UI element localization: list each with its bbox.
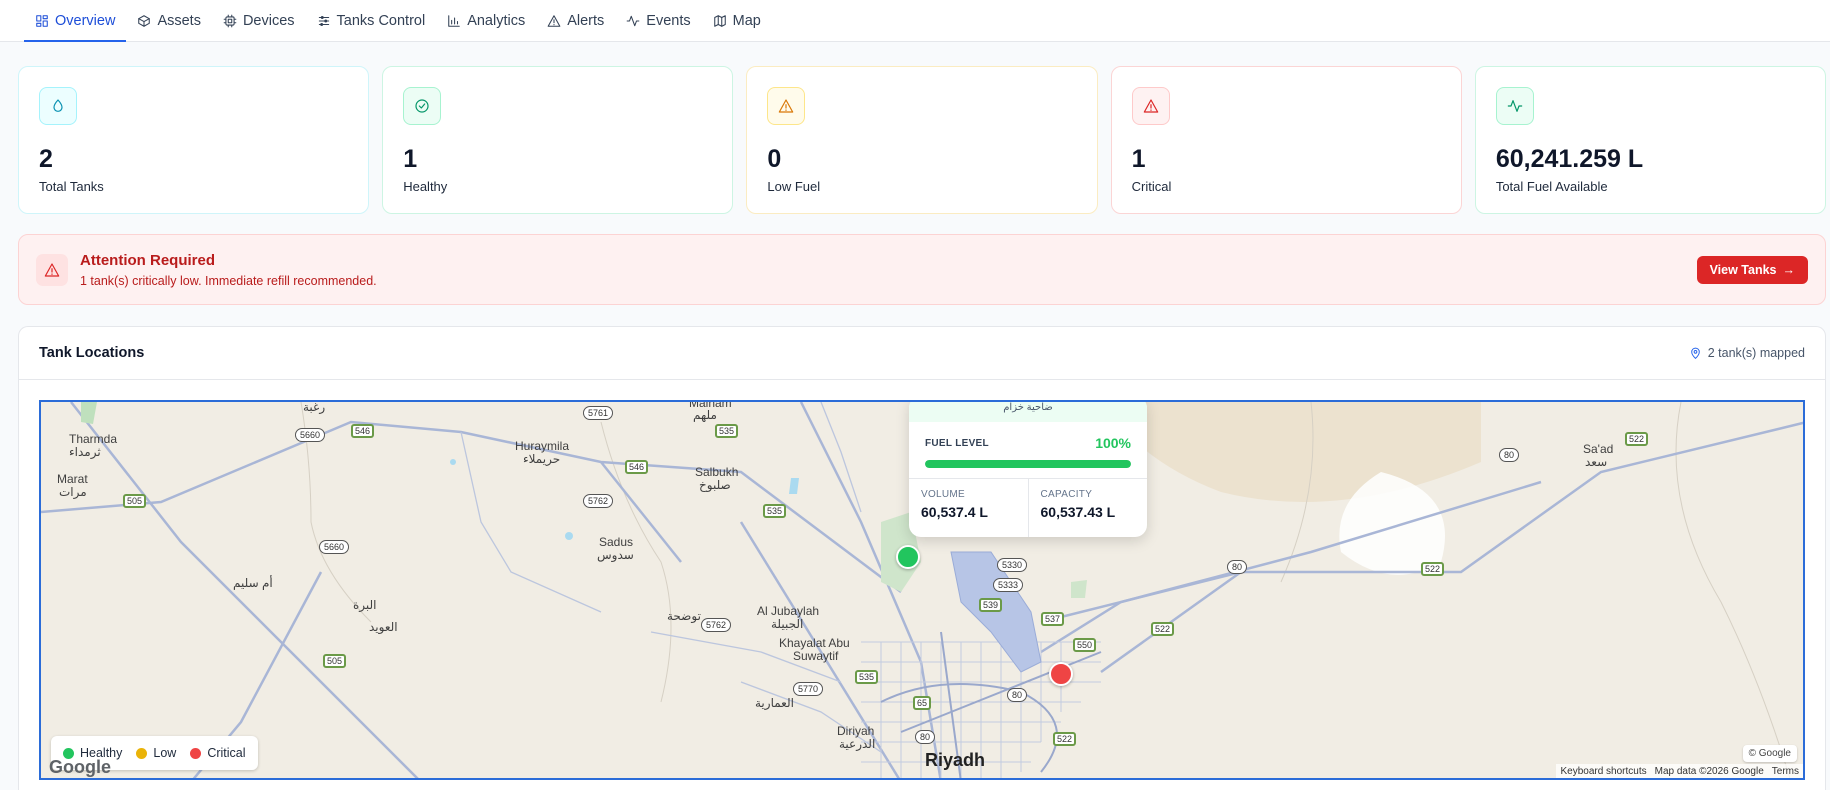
legend-dot: [190, 747, 202, 759]
alert-triangle-icon: [44, 262, 60, 277]
stat-card-critical: 1 Critical: [1110, 66, 1462, 214]
fuel-level-fill: [925, 460, 1131, 468]
stat-label: Healthy: [403, 179, 448, 194]
google-watermark: Google: [49, 757, 111, 777]
capacity-cell: CAPACITY 60,537.43 L: [1027, 479, 1148, 537]
tab-devices[interactable]: Devices: [212, 0, 306, 42]
stat-card-total-fuel: 60,241.259 L Total Fuel Available: [1474, 66, 1827, 214]
legend-item-low: Low: [136, 746, 176, 760]
stat-icon-box: [767, 87, 806, 125]
arrow-right-icon: →: [1782, 262, 1796, 277]
tank-marker-critical[interactable]: [1049, 662, 1073, 686]
stat-value: 2: [39, 145, 53, 173]
tab-alerts[interactable]: Alerts: [536, 0, 615, 42]
google-copyright: © Google: [1742, 745, 1797, 762]
tank-info-popup: ضاحية خزام FUEL LEVEL 100% VOLUME 60,537…: [909, 402, 1147, 537]
legend-item-critical: Critical: [190, 746, 246, 760]
check-circle-icon: [415, 99, 429, 113]
fuel-level-label: FUEL LEVEL: [925, 437, 989, 449]
alert-text: Attention Required 1 tank(s) critically …: [80, 252, 1697, 288]
mapped-count: 2 tank(s) mapped: [1689, 346, 1805, 360]
tab-events[interactable]: Events: [615, 0, 701, 42]
droplet-icon: [53, 99, 63, 112]
view-tanks-label: View Tanks: [1709, 262, 1777, 277]
tab-label: Tanks Control: [336, 13, 426, 29]
tab-label: Analytics: [467, 13, 526, 29]
tab-label: Alerts: [567, 13, 605, 29]
mapped-text: 2 tank(s) mapped: [1707, 346, 1805, 360]
stat-label: Total Fuel Available: [1495, 179, 1608, 194]
tab-label: Assets: [157, 13, 201, 29]
capacity-value: 60,537.43 L: [1040, 504, 1116, 520]
bar-chart-icon: [448, 15, 460, 27]
sliders-icon: [318, 16, 329, 26]
cpu-icon: [223, 14, 237, 28]
tab-map[interactable]: Map: [702, 0, 772, 42]
map-icon: [713, 15, 726, 27]
legend-label: Low: [153, 746, 177, 760]
activity-icon: [626, 15, 640, 27]
volume-capacity: VOLUME 60,537.4 L CAPACITY 60,537.43 L: [909, 478, 1147, 537]
tank-locations-panel: Tank Locations 2 tank(s) mapped رغبة Tha…: [18, 326, 1826, 790]
stat-label: Critical: [1131, 179, 1172, 194]
volume-value: 60,537.4 L: [921, 504, 988, 520]
stat-icon-box: [1495, 87, 1534, 125]
stat-card-total-tanks: 2 Total Tanks: [18, 66, 370, 214]
alert-triangle-icon: [1143, 99, 1158, 113]
stat-value: 1: [403, 145, 418, 173]
top-nav: Overview Assets Devices Tanks Control An…: [0, 0, 1830, 42]
tab-label: Map: [732, 13, 761, 29]
alert-triangle-icon: [547, 15, 561, 27]
tab-label: Devices: [242, 13, 295, 29]
alert-title: Attention Required: [80, 251, 215, 269]
attention-banner: Attention Required 1 tank(s) critically …: [18, 234, 1826, 305]
stat-card-healthy: 1 Healthy: [382, 66, 734, 214]
view-tanks-button[interactable]: View Tanks →: [1696, 255, 1808, 284]
stat-icon-box: [1131, 87, 1170, 125]
alert-icon-box: [36, 253, 68, 286]
legend-dot: [136, 747, 148, 759]
tab-tanks-control[interactable]: Tanks Control: [306, 0, 437, 42]
alert-message: 1 tank(s) critically low. Immediate refi…: [80, 273, 377, 288]
map-attribution: Keyboard shortcuts Map data ©2026 Google…: [1556, 764, 1803, 778]
fuel-level-row: FUEL LEVEL 100%: [909, 422, 1147, 451]
tab-assets[interactable]: Assets: [126, 0, 212, 42]
fuel-level-bar: [925, 460, 1131, 468]
stat-value: 60,241.259 L: [1495, 145, 1644, 173]
tab-overview[interactable]: Overview: [24, 0, 127, 42]
fuel-level-percent: 100%: [1095, 435, 1131, 451]
terms-link[interactable]: Terms: [1772, 766, 1799, 777]
capacity-label: CAPACITY: [1040, 489, 1093, 500]
layout-grid-icon: [36, 15, 48, 27]
volume-label: VOLUME: [921, 489, 966, 500]
activity-icon: [1507, 100, 1523, 112]
map-data-text: Map data ©2026 Google: [1654, 765, 1764, 777]
panel-header: Tank Locations 2 tank(s) mapped: [19, 327, 1825, 380]
tank-marker-healthy[interactable]: [896, 545, 920, 569]
tab-label: Events: [646, 13, 691, 29]
stat-cards: 2 Total Tanks 1 Healthy 0 Low Fuel 1 Cri…: [18, 66, 1827, 214]
box-icon: [138, 15, 151, 27]
popup-header: ضاحية خزام: [909, 402, 1147, 422]
stat-card-low-fuel: 0 Low Fuel: [746, 66, 1098, 214]
volume-cell: VOLUME 60,537.4 L: [909, 479, 1028, 537]
tab-analytics[interactable]: Analytics: [436, 0, 536, 42]
stat-value: 1: [1131, 145, 1146, 173]
panel-title: Tank Locations: [39, 345, 145, 361]
map-canvas[interactable]: رغبة Tharmda ثرمداء Marat مرات Huraymila…: [39, 400, 1805, 780]
map-pin-icon: [1690, 347, 1700, 359]
alert-triangle-icon: [779, 99, 794, 113]
stat-icon-box: [403, 87, 442, 125]
keyboard-shortcuts-link[interactable]: Keyboard shortcuts: [1560, 766, 1646, 777]
stat-label: Low Fuel: [767, 179, 821, 194]
tab-label: Overview: [55, 13, 116, 29]
stat-value: 0: [767, 145, 782, 173]
stat-label: Total Tanks: [39, 179, 104, 194]
stat-icon-box: [39, 87, 77, 125]
legend-label: Critical: [207, 746, 246, 760]
